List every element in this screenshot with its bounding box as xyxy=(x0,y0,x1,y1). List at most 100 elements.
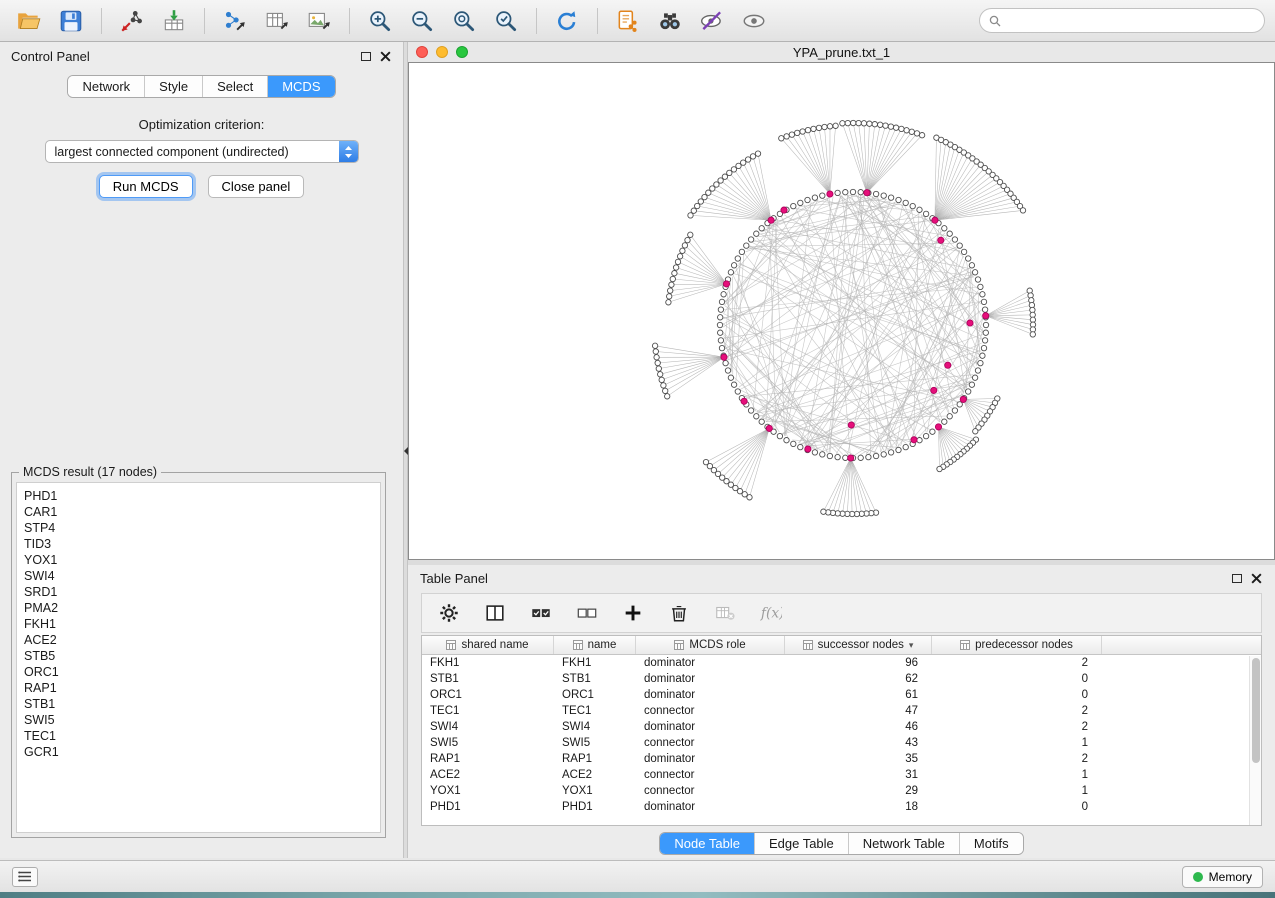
deselect-all-button[interactable] xyxy=(572,598,602,628)
dominator-node[interactable] xyxy=(827,191,833,197)
network-node[interactable] xyxy=(677,254,682,259)
network-node[interactable] xyxy=(661,383,666,388)
table-tab-motifs[interactable]: Motifs xyxy=(959,833,1023,854)
network-node[interactable] xyxy=(820,452,825,457)
mcds-node-item[interactable]: CAR1 xyxy=(24,504,373,520)
function-builder-button[interactable]: f(x) xyxy=(756,598,786,628)
mcds-node-item[interactable]: FKH1 xyxy=(24,616,373,632)
network-node[interactable] xyxy=(873,453,878,458)
network-node[interactable] xyxy=(748,408,753,413)
network-node[interactable] xyxy=(741,160,746,165)
tab-mcds[interactable]: MCDS xyxy=(267,76,334,97)
tab-select[interactable]: Select xyxy=(202,76,267,97)
network-node[interactable] xyxy=(909,129,914,134)
dominator-node[interactable] xyxy=(848,455,854,461)
network-node[interactable] xyxy=(688,232,693,237)
search-box[interactable] xyxy=(979,8,1265,33)
save-session-button[interactable] xyxy=(52,5,90,37)
mcds-node-item[interactable]: STB1 xyxy=(24,696,373,712)
network-node[interactable] xyxy=(745,157,750,162)
network-node[interactable] xyxy=(727,170,732,175)
network-node[interactable] xyxy=(820,193,825,198)
network-node[interactable] xyxy=(805,197,810,202)
column-header-MCDS-role[interactable]: MCDS role xyxy=(636,636,785,654)
network-node[interactable] xyxy=(835,454,840,459)
network-node[interactable] xyxy=(784,134,789,139)
close-table-panel-icon[interactable] xyxy=(1250,572,1263,585)
network-node[interactable] xyxy=(980,353,985,358)
network-node[interactable] xyxy=(821,509,826,514)
network-node[interactable] xyxy=(668,288,673,293)
float-table-panel-icon[interactable] xyxy=(1232,574,1242,583)
network-node[interactable] xyxy=(748,237,753,242)
network-node[interactable] xyxy=(858,455,863,460)
network-node[interactable] xyxy=(903,444,908,449)
network-node[interactable] xyxy=(947,414,952,419)
network-node[interactable] xyxy=(669,282,674,287)
network-node[interactable] xyxy=(947,231,952,236)
dominator-node[interactable] xyxy=(931,387,937,393)
network-node[interactable] xyxy=(665,394,670,399)
network-node[interactable] xyxy=(754,414,759,419)
network-node[interactable] xyxy=(791,203,796,208)
hide-selected-button[interactable] xyxy=(693,5,731,37)
window-close-button[interactable] xyxy=(416,46,428,58)
network-node[interactable] xyxy=(789,132,794,137)
network-node[interactable] xyxy=(942,419,947,424)
network-node[interactable] xyxy=(691,208,696,213)
table-row[interactable]: TEC1TEC1connector472 xyxy=(422,703,1249,719)
network-node[interactable] xyxy=(866,454,871,459)
network-node[interactable] xyxy=(798,200,803,205)
column-header-name[interactable]: name xyxy=(554,636,636,654)
network-node[interactable] xyxy=(731,382,736,387)
network-node[interactable] xyxy=(888,195,893,200)
network-node[interactable] xyxy=(969,263,974,268)
dominator-node[interactable] xyxy=(967,320,973,326)
column-header-shared-name[interactable]: shared name xyxy=(422,636,554,654)
network-node[interactable] xyxy=(672,271,677,276)
import-network-button[interactable] xyxy=(113,5,151,37)
dominator-node[interactable] xyxy=(723,281,729,287)
network-node[interactable] xyxy=(731,167,736,172)
network-node[interactable] xyxy=(982,307,987,312)
mcds-node-item[interactable]: SWI5 xyxy=(24,712,373,728)
network-node[interactable] xyxy=(969,382,974,387)
network-node[interactable] xyxy=(923,211,928,216)
table-scrollbar-thumb[interactable] xyxy=(1252,658,1260,763)
network-node[interactable] xyxy=(952,237,957,242)
add-column-button[interactable] xyxy=(618,598,648,628)
network-node[interactable] xyxy=(703,459,708,464)
network-node[interactable] xyxy=(978,284,983,289)
network-node[interactable] xyxy=(952,408,957,413)
network-canvas[interactable] xyxy=(408,62,1275,560)
run-mcds-button[interactable]: Run MCDS xyxy=(99,175,193,198)
refresh-layout-button[interactable] xyxy=(548,5,586,37)
network-node[interactable] xyxy=(858,190,863,195)
criterion-dropdown[interactable]: largest connected component (undirected) xyxy=(45,140,359,163)
table-tab-edge-table[interactable]: Edge Table xyxy=(754,833,848,854)
close-panel-button[interactable]: Close panel xyxy=(208,175,305,198)
network-node[interactable] xyxy=(840,121,845,126)
mcds-result-list[interactable]: PHD1CAR1STP4TID3YOX1SWI4SRD1PMA2FKH1ACE2… xyxy=(16,482,381,833)
delete-column-button[interactable] xyxy=(664,598,694,628)
network-node[interactable] xyxy=(919,133,924,138)
zoom-out-button[interactable] xyxy=(403,5,441,37)
float-panel-icon[interactable] xyxy=(361,52,371,61)
table-row[interactable]: YOX1YOX1connector291 xyxy=(422,783,1249,799)
network-node[interactable] xyxy=(754,231,759,236)
network-node[interactable] xyxy=(784,438,789,443)
zoom-fit-button[interactable] xyxy=(445,5,483,37)
table-tab-node-table[interactable]: Node Table xyxy=(660,833,754,854)
dominator-node[interactable] xyxy=(945,362,951,368)
network-node[interactable] xyxy=(903,200,908,205)
table-row[interactable]: SWI4SWI4dominator462 xyxy=(422,719,1249,735)
network-node[interactable] xyxy=(983,330,988,335)
network-node[interactable] xyxy=(816,125,821,130)
table-tab-network-table[interactable]: Network Table xyxy=(848,833,959,854)
network-node[interactable] xyxy=(702,194,707,199)
export-image-button[interactable] xyxy=(300,5,338,37)
network-node[interactable] xyxy=(680,248,685,253)
network-node[interactable] xyxy=(795,130,800,135)
dominator-node[interactable] xyxy=(911,437,917,443)
network-node[interactable] xyxy=(779,136,784,141)
